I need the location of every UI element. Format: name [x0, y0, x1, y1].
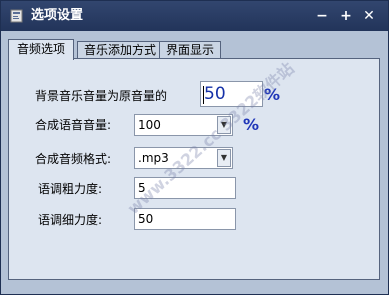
title-bar[interactable]: 选项设置 − + ✕: [1, 1, 388, 31]
maximize-icon[interactable]: +: [338, 8, 354, 24]
fine-label: 语调细力度:: [38, 213, 103, 227]
tab-interface-display[interactable]: 界面显示: [159, 41, 221, 59]
tts-volume-value: 100: [138, 118, 161, 132]
minimize-icon[interactable]: −: [314, 8, 330, 24]
chevron-down-icon[interactable]: ▼: [217, 149, 231, 167]
options-window: 选项设置 − + ✕ 音频选项 音乐添加方式 界面显示 背景音乐音量为原音量的 …: [0, 0, 389, 295]
tts-volume-label: 合成语音音量:: [35, 118, 112, 132]
audio-format-label: 合成音频格式:: [35, 152, 112, 166]
text-cursor: [203, 86, 204, 104]
fine-input[interactable]: 50: [134, 208, 236, 230]
coarse-label: 语调粗力度:: [38, 182, 103, 196]
audio-options-panel: 背景音乐音量为原音量的 50 % 合成语音音量: 100 ▼ % 合成音频格式:…: [8, 58, 380, 280]
app-icon: [10, 9, 23, 23]
close-icon[interactable]: ✕: [361, 8, 377, 24]
tab-music-add-mode[interactable]: 音乐添加方式: [77, 41, 163, 59]
window-title: 选项设置: [31, 8, 84, 23]
bg-volume-label: 背景音乐音量为原音量的: [35, 89, 168, 103]
tab-audio-options[interactable]: 音频选项: [8, 39, 74, 60]
